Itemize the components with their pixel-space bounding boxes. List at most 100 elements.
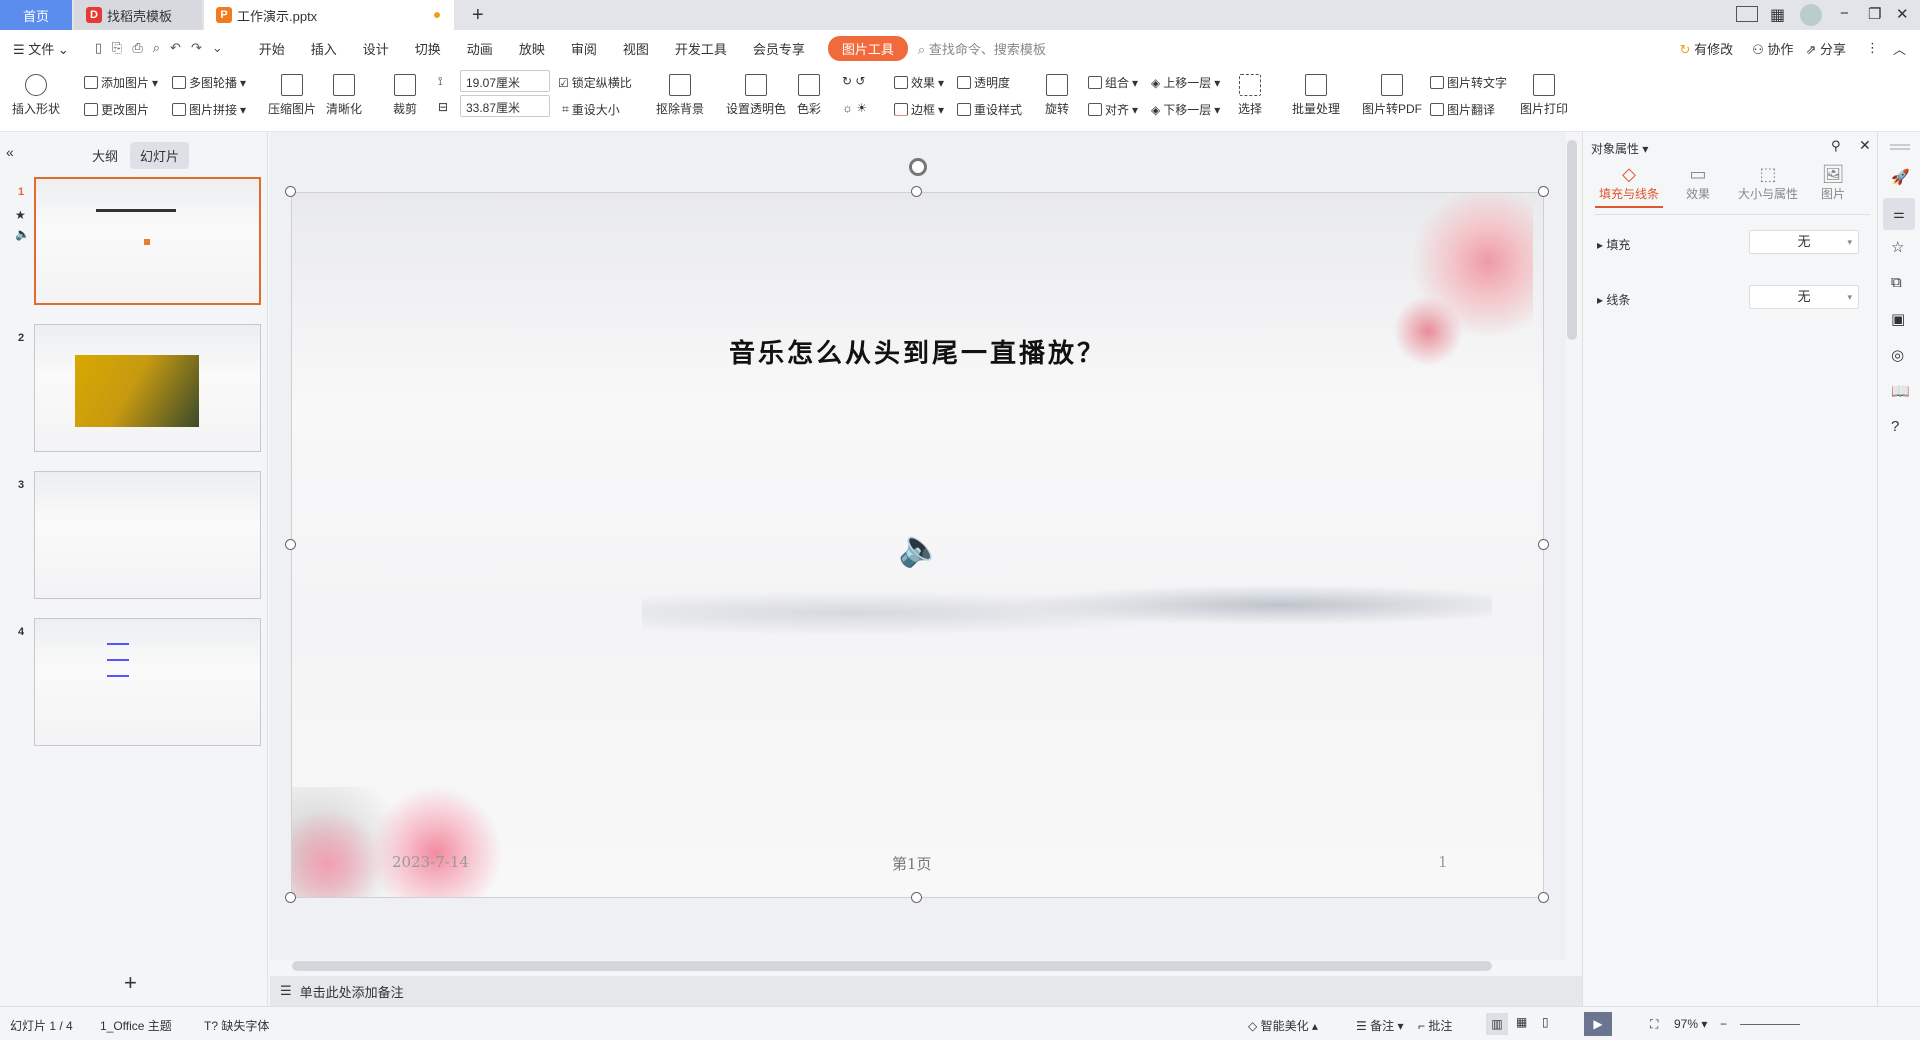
close-button[interactable]: ✕: [1896, 5, 1909, 23]
group-button[interactable]: 组合 ▾: [1088, 74, 1138, 91]
rotate-handle[interactable]: [909, 158, 927, 176]
share-button[interactable]: ⇗ 分享: [1799, 39, 1852, 58]
modified-button[interactable]: ↻ 有修改: [1667, 39, 1747, 58]
translate-button[interactable]: 图片翻译: [1430, 101, 1495, 118]
beautify-button[interactable]: ◇ 智能美化 ▴: [1248, 1017, 1318, 1034]
insert-shape-button[interactable]: 插入形状: [12, 74, 60, 117]
apps-grid-icon[interactable]: ▦: [1770, 5, 1785, 25]
bulb-icon[interactable]: ◎: [1891, 346, 1904, 364]
template-icon[interactable]: ▣: [1891, 310, 1905, 328]
add-picture-button[interactable]: 添加图片 ▾: [84, 74, 158, 91]
carousel-button[interactable]: 多图轮播 ▾: [172, 74, 246, 91]
rocket-icon[interactable]: 🚀: [1891, 168, 1910, 186]
tab-document[interactable]: P 工作演示.pptx: [204, 0, 454, 30]
star-icon[interactable]: ☆: [1891, 238, 1904, 256]
notes-toggle[interactable]: ☰ 备注 ▾: [1356, 1017, 1403, 1034]
lock-ratio-checkbox[interactable]: ☑ 锁定纵横比: [558, 74, 632, 91]
reset-size-button[interactable]: ⌗ 重设大小: [562, 101, 620, 118]
file-menu[interactable]: ☰ 文件 ⌄: [0, 39, 82, 58]
print-picture-button[interactable]: 图片打印: [1520, 74, 1568, 117]
menu-transition[interactable]: 切换: [402, 39, 454, 58]
pin-icon[interactable]: ⚲: [1831, 138, 1841, 154]
notes-bar[interactable]: ☰ 单击此处添加备注: [270, 976, 1582, 1006]
comment-toggle[interactable]: ⌐ 批注: [1418, 1017, 1452, 1034]
layout-icon[interactable]: [1736, 6, 1758, 22]
horizontal-scrollbar[interactable]: [282, 961, 1565, 971]
zoom-out-button[interactable]: −: [1720, 1017, 1727, 1031]
reading-view-icon[interactable]: ▯: [1542, 1015, 1549, 1029]
fill-section-toggle[interactable]: ▸ 填充: [1597, 236, 1630, 253]
panel-title[interactable]: 对象属性 ▾: [1591, 140, 1648, 157]
more-icon[interactable]: ⋮: [1852, 40, 1893, 56]
change-picture-button[interactable]: 更改图片: [84, 101, 149, 118]
slide-title[interactable]: 音乐怎么从头到尾一直播放？: [292, 333, 1543, 370]
remove-background-button[interactable]: 抠除背景: [656, 74, 704, 117]
collapse-panel-icon[interactable]: «: [6, 144, 14, 160]
border-button[interactable]: 边框 ▾: [894, 101, 944, 118]
resize-handle[interactable]: [911, 892, 922, 903]
zoom-slider[interactable]: [1740, 1024, 1800, 1025]
avatar[interactable]: [1800, 4, 1822, 26]
slide[interactable]: 音乐怎么从头到尾一直播放？ 🔈 2023-7-14 第1页 1: [291, 192, 1544, 898]
resize-handle[interactable]: [285, 539, 296, 550]
tab-fill-line[interactable]: ◇ 填充与线条: [1595, 164, 1663, 208]
theme-name[interactable]: 1_Office 主题: [100, 1017, 172, 1034]
fill-dropdown[interactable]: 无 ▾: [1749, 230, 1859, 254]
menu-slideshow[interactable]: 放映: [506, 39, 558, 58]
play-button[interactable]: ▶: [1584, 1012, 1612, 1036]
send-backward-button[interactable]: ◈ 下移一层 ▾: [1151, 101, 1220, 118]
menu-review[interactable]: 审阅: [558, 39, 610, 58]
resize-handle[interactable]: [911, 186, 922, 197]
help-icon[interactable]: ?: [1891, 418, 1899, 435]
tab-outline[interactable]: 大纲: [92, 146, 118, 165]
effects-button[interactable]: 效果 ▾: [894, 74, 944, 91]
minimize-button[interactable]: −: [1840, 5, 1849, 22]
menu-developer[interactable]: 开发工具: [662, 39, 740, 58]
line-section-toggle[interactable]: ▸ 线条: [1597, 291, 1630, 308]
menu-start[interactable]: 开始: [246, 39, 298, 58]
align-button[interactable]: 对齐 ▾: [1088, 101, 1138, 118]
color-button[interactable]: 色彩: [797, 74, 821, 117]
tab-templates[interactable]: D 找稻壳模板: [74, 0, 202, 30]
menu-design[interactable]: 设计: [350, 39, 402, 58]
transparency-button[interactable]: 透明度: [957, 74, 1010, 91]
resize-handle[interactable]: [1538, 539, 1549, 550]
brightness-icons[interactable]: ☼ ☀: [842, 101, 867, 115]
batch-button[interactable]: 批量处理: [1292, 74, 1340, 117]
menu-animation[interactable]: 动画: [454, 39, 506, 58]
resize-handle[interactable]: [285, 892, 296, 903]
width-input[interactable]: 33.87厘米: [460, 95, 550, 117]
book-icon[interactable]: 📖: [1891, 382, 1910, 400]
tab-home[interactable]: 首页: [0, 0, 72, 30]
resize-handle[interactable]: [1538, 186, 1549, 197]
slide-thumbnail-2[interactable]: [34, 324, 261, 452]
select-button[interactable]: 选择: [1238, 74, 1262, 117]
slide-thumbnail-3[interactable]: [34, 471, 261, 599]
slides-icon[interactable]: ⧉: [1891, 274, 1902, 291]
zoom-level[interactable]: 97% ▾: [1674, 1017, 1707, 1031]
resize-handle[interactable]: [285, 186, 296, 197]
fit-icon[interactable]: ⛶: [1650, 1017, 1658, 1032]
menu-view[interactable]: 视图: [610, 39, 662, 58]
slide-thumbnail-1[interactable]: [34, 177, 261, 305]
height-input[interactable]: 19.07厘米: [460, 70, 550, 92]
tab-size[interactable]: ⬚ 大小与属性: [1733, 164, 1803, 202]
tab-slides[interactable]: 幻灯片: [130, 142, 190, 169]
missing-font-button[interactable]: T? 缺失字体: [204, 1017, 269, 1034]
add-slide-button[interactable]: +: [124, 970, 137, 996]
crop-button[interactable]: 裁剪: [393, 74, 417, 117]
speaker-icon[interactable]: 🔈: [898, 527, 943, 569]
new-tab-button[interactable]: +: [460, 0, 484, 30]
tab-picture[interactable]: 🖼 图片: [1808, 164, 1858, 202]
sharpen-button[interactable]: 清晰化: [326, 74, 362, 117]
resize-handle[interactable]: [1538, 892, 1549, 903]
menu-insert[interactable]: 插入: [298, 39, 350, 58]
slide-thumbnail-4[interactable]: [34, 618, 261, 746]
collapse-ribbon-icon[interactable]: ︿: [1893, 39, 1920, 58]
grid-view-icon[interactable]: ▦: [1516, 1015, 1527, 1029]
compress-button[interactable]: 压缩图片: [268, 74, 316, 117]
normal-view-icon[interactable]: ▥: [1486, 1013, 1508, 1035]
menu-member[interactable]: 会员专享: [740, 39, 818, 58]
rotate-button[interactable]: 旋转: [1045, 74, 1069, 117]
set-transparent-button[interactable]: 设置透明色: [726, 74, 786, 117]
